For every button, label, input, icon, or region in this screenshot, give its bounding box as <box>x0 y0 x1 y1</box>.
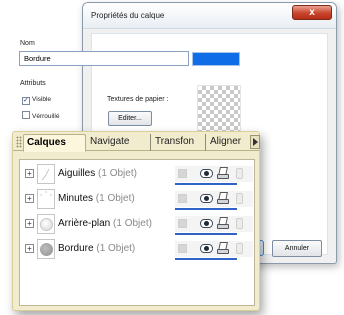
name-label: Nom <box>20 40 35 47</box>
layer-title: Minutes <box>58 193 94 204</box>
layer-name: Bordure (1 Objet) <box>58 243 135 254</box>
locked-checkbox-label: Vérrouillé <box>32 113 60 120</box>
layer-name: Arrière-plan (1 Objet) <box>58 218 152 229</box>
tab-transform[interactable]: Transfon <box>152 134 206 151</box>
expand-icon[interactable]: + <box>25 194 34 203</box>
layer-thumbnail <box>37 164 55 184</box>
layer-thumbnail <box>37 214 55 234</box>
printer-icon[interactable] <box>217 242 229 255</box>
visible-checkbox-box[interactable]: ✓ <box>22 97 30 105</box>
layer-object-count: (1 Objet) <box>113 218 152 229</box>
layer-row-arriere-plan[interactable]: + Arrière-plan (1 Objet) <box>20 213 254 235</box>
layer-title: Arrière-plan <box>58 218 111 229</box>
layer-name: Aiguilles (1 Objet) <box>58 168 137 179</box>
layer-color-bar <box>175 208 237 210</box>
edit-texture-button[interactable]: Editer... <box>108 111 152 126</box>
locked-checkbox-box[interactable] <box>22 111 30 119</box>
layer-object-count: (1 Objet) <box>98 168 137 179</box>
layer-title: Aiguilles <box>58 168 96 179</box>
cancel-button[interactable]: Annuler <box>272 240 322 257</box>
visible-checkbox-label: Visible <box>32 96 52 103</box>
layer-color-bar <box>175 233 237 235</box>
expand-icon[interactable]: + <box>25 219 34 228</box>
dialog-title: Propriétés du calque <box>91 11 165 20</box>
minute-marks-icon <box>40 191 52 196</box>
tab-calques[interactable]: Calques <box>23 134 86 152</box>
tab-scroll-right-icon[interactable] <box>250 135 260 149</box>
layer-controls <box>175 241 253 257</box>
layer-name-input[interactable]: Bordure <box>19 51 189 66</box>
eye-icon[interactable] <box>200 169 213 178</box>
flow-text-icon[interactable] <box>236 193 243 204</box>
layer-controls <box>175 166 253 182</box>
attributes-label: Attributs <box>20 80 46 87</box>
lock-toggle-icon[interactable] <box>178 219 187 228</box>
printer-icon[interactable] <box>217 192 229 205</box>
expand-icon[interactable]: + <box>25 169 34 178</box>
layer-thumbnail <box>37 239 55 259</box>
paper-textures-label: Textures de papier : <box>107 96 169 103</box>
eye-icon[interactable] <box>200 219 213 228</box>
lock-toggle-icon[interactable] <box>178 194 187 203</box>
lock-toggle-icon[interactable] <box>178 169 187 178</box>
flow-text-icon[interactable] <box>236 243 243 254</box>
layer-name: Minutes (1 Objet) <box>58 193 135 204</box>
layer-controls <box>175 191 253 207</box>
dialog-close-button[interactable]: x <box>292 5 332 20</box>
layer-row-minutes[interactable]: + Minutes (1 Objet) <box>20 188 254 210</box>
visible-checkbox[interactable]: ✓ Visible <box>22 96 51 105</box>
layer-title: Bordure <box>58 243 94 254</box>
layer-list: + Aiguilles (1 Objet) + Minutes (1 Objet… <box>19 159 255 306</box>
background-circle-icon <box>40 218 53 231</box>
eye-icon[interactable] <box>200 244 213 253</box>
layer-color-bar <box>175 258 237 260</box>
layer-controls <box>175 216 253 232</box>
clock-hands-icon <box>41 168 50 181</box>
layers-panel: Calques Navigate Transfon Aligner + Aigu… <box>12 131 260 311</box>
layer-color-bar <box>175 183 237 185</box>
locked-checkbox[interactable]: Vérrouillé <box>22 111 59 120</box>
layer-color-swatch[interactable] <box>192 52 240 66</box>
border-circle-icon <box>40 243 53 256</box>
layer-object-count: (1 Objet) <box>96 243 136 254</box>
lock-toggle-icon[interactable] <box>178 244 187 253</box>
dialog-titlebar[interactable]: Propriétés du calque x <box>83 3 336 29</box>
tab-navigate[interactable]: Navigate <box>87 134 151 151</box>
flow-text-icon[interactable] <box>236 168 243 179</box>
eye-icon[interactable] <box>200 194 213 203</box>
printer-icon[interactable] <box>217 217 229 230</box>
layer-row-aiguilles[interactable]: + Aiguilles (1 Objet) <box>20 163 254 185</box>
expand-icon[interactable]: + <box>25 244 34 253</box>
layer-row-bordure[interactable]: + Bordure (1 Objet) <box>20 238 254 260</box>
printer-icon[interactable] <box>217 167 229 180</box>
panel-grip-handle[interactable] <box>16 136 22 148</box>
tab-align[interactable]: Aligner <box>207 134 249 151</box>
layer-object-count: (1 Objet) <box>95 193 135 204</box>
layer-thumbnail <box>37 189 55 209</box>
panel-tab-strip: Calques Navigate Transfon Aligner <box>13 132 260 152</box>
flow-text-icon[interactable] <box>236 218 243 229</box>
